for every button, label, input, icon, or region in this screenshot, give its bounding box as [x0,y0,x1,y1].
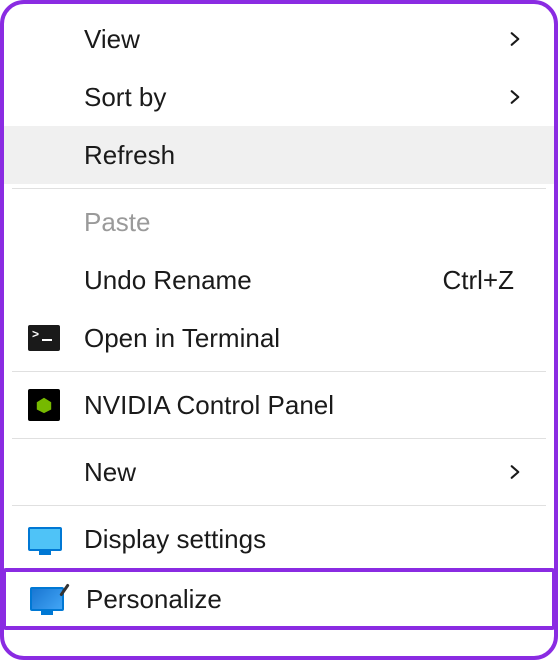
chevron-right-icon [504,86,526,108]
desktop-context-menu: View Sort by Refresh Paste Undo Rename C… [0,0,558,660]
menu-label: Paste [84,207,526,238]
menu-item-sort-by[interactable]: Sort by [4,68,554,126]
menu-item-display-settings[interactable]: Display settings [4,510,554,568]
menu-label: View [84,24,504,55]
icon-slot [22,139,84,171]
menu-shortcut: Ctrl+Z [443,265,515,296]
icon-slot [22,523,84,555]
icon-slot [22,23,84,55]
menu-item-refresh[interactable]: Refresh [4,126,554,184]
nvidia-icon [28,389,60,421]
display-icon [28,527,62,551]
menu-item-view[interactable]: View [4,10,554,68]
terminal-icon [28,325,60,351]
menu-label: Sort by [84,82,504,113]
menu-label: Personalize [86,584,524,615]
menu-label: Refresh [84,140,526,171]
menu-separator [12,188,546,189]
menu-item-undo-rename[interactable]: Undo Rename Ctrl+Z [4,251,554,309]
menu-item-paste: Paste [4,193,554,251]
chevron-right-icon [504,28,526,50]
icon-slot [22,456,84,488]
icon-slot [22,389,84,421]
icon-slot [22,81,84,113]
menu-separator [12,371,546,372]
menu-label: NVIDIA Control Panel [84,390,526,421]
menu-item-nvidia-control-panel[interactable]: NVIDIA Control Panel [4,376,554,434]
menu-separator [12,505,546,506]
icon-slot [22,264,84,296]
icon-slot [24,583,86,615]
menu-label: Undo Rename [84,265,443,296]
chevron-right-icon [504,461,526,483]
personalize-icon [30,587,64,611]
menu-separator [12,438,546,439]
menu-label: New [84,457,504,488]
menu-label: Open in Terminal [84,323,526,354]
menu-item-personalize[interactable]: Personalize [2,568,556,630]
menu-item-open-terminal[interactable]: Open in Terminal [4,309,554,367]
icon-slot [22,206,84,238]
icon-slot [22,322,84,354]
menu-item-new[interactable]: New [4,443,554,501]
menu-label: Display settings [84,524,526,555]
